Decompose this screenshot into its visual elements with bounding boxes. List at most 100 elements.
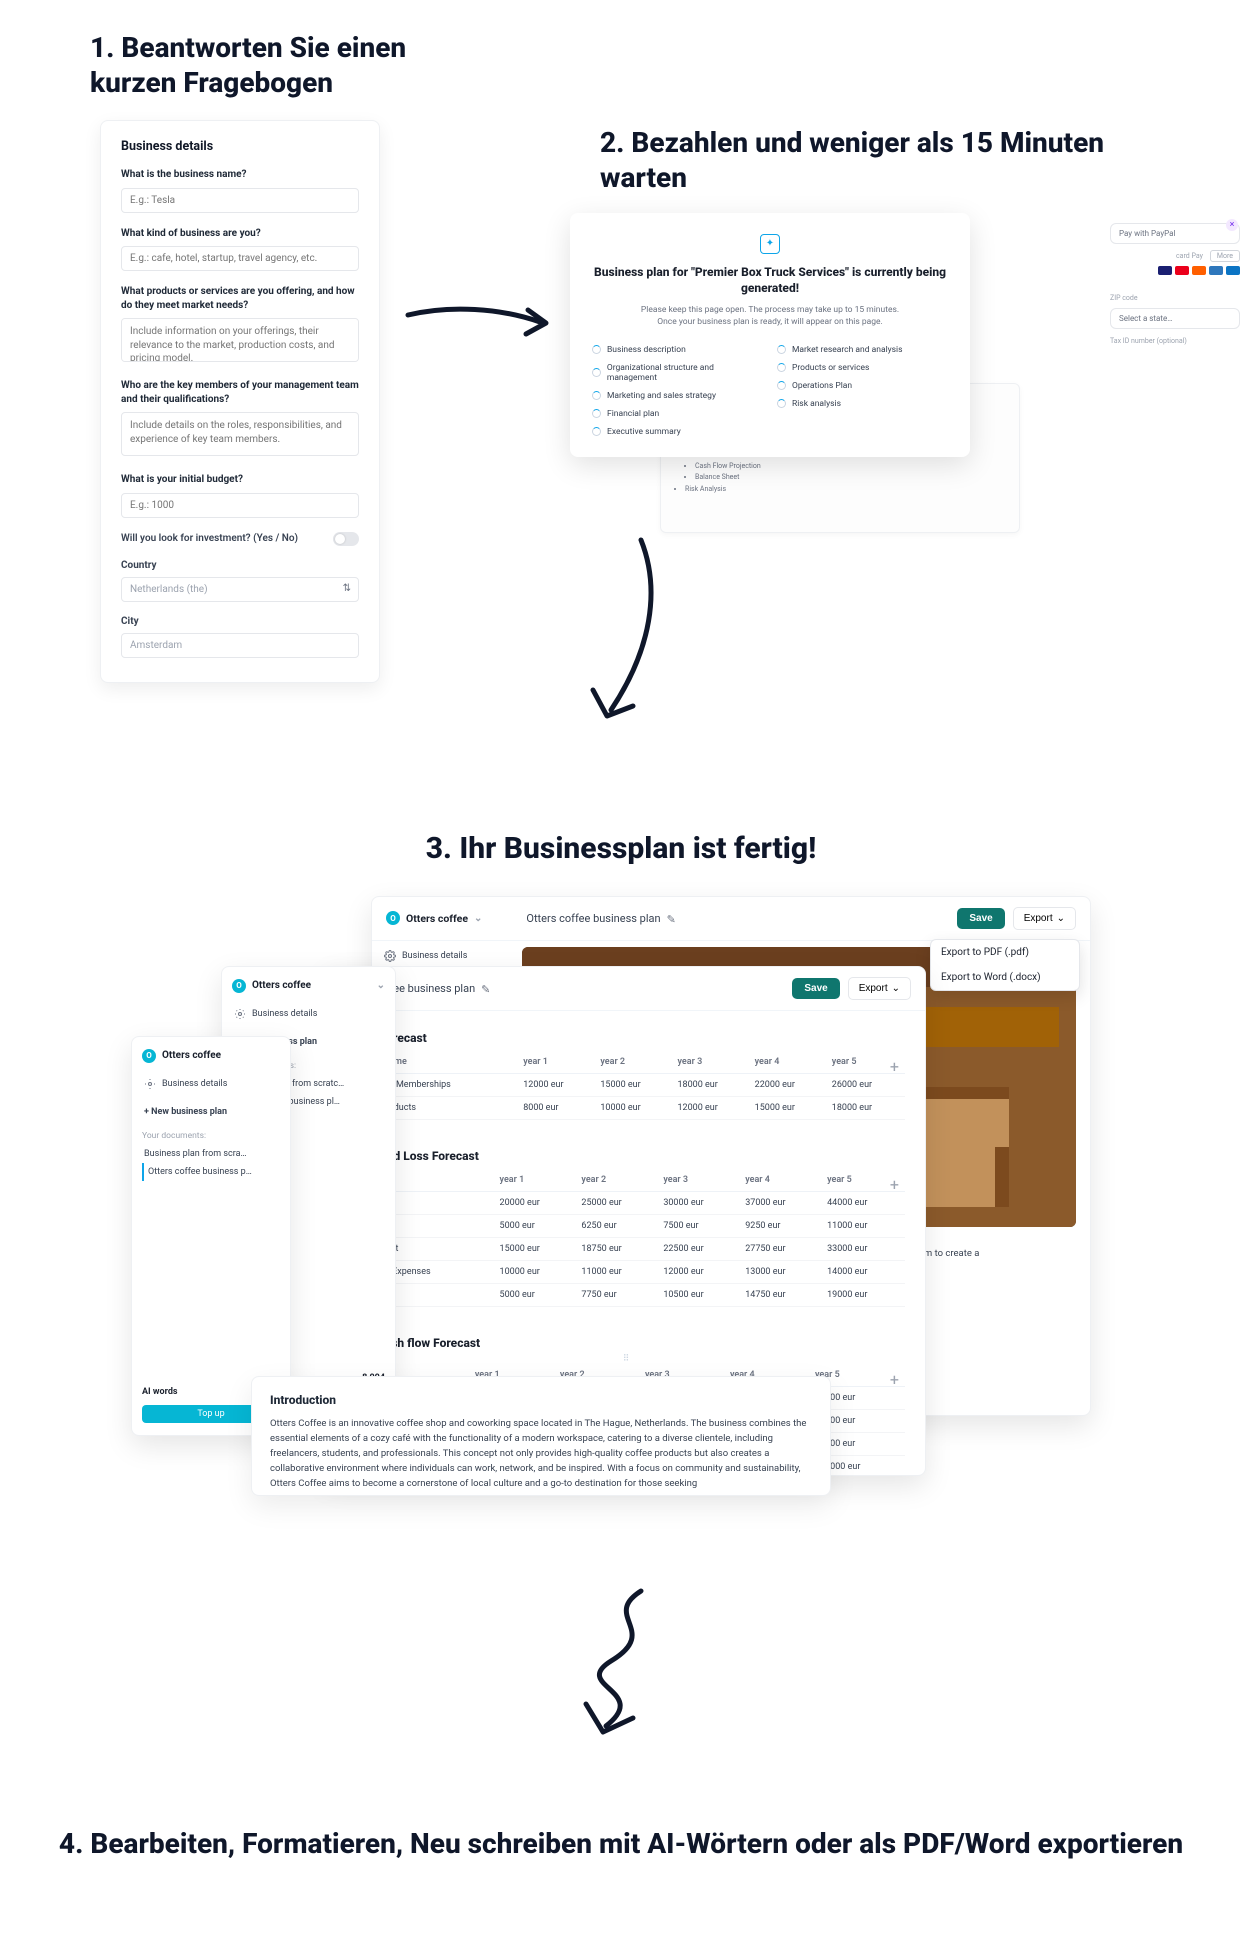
gear-icon [144, 1078, 156, 1090]
spinner-icon [592, 345, 601, 354]
spinner-icon [777, 345, 786, 354]
sidebar-business-details[interactable]: Business details [142, 1073, 280, 1095]
doc-item[interactable]: Otters coffee business p… [142, 1163, 280, 1181]
input-budget[interactable] [121, 493, 359, 518]
questionnaire-form: Business details What is the business na… [100, 120, 380, 683]
arrow-icon [400, 290, 560, 360]
spinner-icon [777, 381, 786, 390]
gen-progress-item: Executive summary [592, 427, 763, 437]
gen-progress-item: Financial plan [592, 409, 763, 419]
pencil-icon[interactable]: ✎ [667, 913, 678, 924]
q-business-kind: What kind of business are you? [121, 227, 359, 241]
payment-panel: × Pay with PayPal card Pay More ZIP code… [1110, 223, 1240, 345]
generating-title: Business plan for "Premier Box Truck Ser… [592, 264, 948, 298]
intro-heading: Introduction [270, 1391, 812, 1410]
ai-words-label: AI words [142, 1387, 178, 1397]
input-business-name[interactable] [121, 188, 359, 213]
table-header: year 1 [519, 1051, 596, 1074]
add-column-icon[interactable]: + [890, 1370, 899, 1389]
pencil-icon[interactable]: ✎ [481, 983, 492, 994]
sparkle-icon: ✦ [760, 234, 780, 254]
spinner-icon [592, 409, 601, 418]
gen-progress-item: Products or services [777, 363, 948, 373]
sidebar-business-details[interactable]: Business details [382, 945, 497, 967]
export-docx[interactable]: Export to Word (.docx) [931, 965, 1079, 990]
card-logos [1110, 264, 1240, 276]
table-header: year 4 [741, 1169, 823, 1192]
table-row[interactable]: COGS5000 eur6250 eur7500 eur9250 eur1100… [347, 1214, 905, 1237]
step1-title: 1. Beantworten Sie einen kurzen Fragebog… [90, 30, 490, 100]
table-title-pl: Profit and Loss Forecast [347, 1149, 905, 1163]
form-heading: Business details [121, 139, 359, 154]
q-products: What products or services are you offeri… [121, 285, 359, 312]
gear-icon [384, 950, 396, 962]
save-button[interactable]: Save [957, 908, 1004, 929]
intro-body: Otters Coffee is an innovative coffee sh… [270, 1416, 812, 1492]
table-row[interactable]: Revenue20000 eur25000 eur30000 eur37000 … [347, 1191, 905, 1214]
intro-panel: Introduction Otters Coffee is an innovat… [251, 1376, 831, 1496]
label-country: Country [121, 560, 359, 571]
chevron-down-icon[interactable]: ⌄ [474, 913, 482, 924]
input-city[interactable] [121, 633, 359, 658]
account-name[interactable]: Otters coffee [252, 980, 311, 991]
add-row-icon[interactable]: + [347, 1307, 905, 1328]
table-row[interactable]: Gross Profit15000 eur18750 eur22500 eur2… [347, 1237, 905, 1260]
toggle-investment[interactable] [333, 532, 359, 546]
your-documents-label: Your documents: [142, 1131, 280, 1141]
step4-title: 4. Bearbeiten, Formatieren, Neu schreibe… [40, 1826, 1202, 1861]
gear-icon [234, 1008, 246, 1020]
chevron-down-icon: ⌄ [1057, 913, 1065, 924]
table-header: year 3 [659, 1169, 741, 1192]
gen-progress-item: Market research and analysis [777, 345, 948, 355]
table-row[interactable]: Coffee Products8000 eur10000 eur12000 eu… [347, 1096, 905, 1119]
label-tax: Tax ID number (optional) [1110, 337, 1240, 345]
chevron-down-icon: ⌄ [892, 983, 900, 994]
save-button[interactable]: Save [792, 978, 839, 999]
doc-item[interactable]: Business plan from scra… [142, 1145, 280, 1163]
spinner-icon [777, 363, 786, 372]
input-products[interactable] [121, 318, 359, 362]
table-profit-loss[interactable]: metricyear 1year 2year 3year 4year 5Reve… [347, 1169, 905, 1307]
export-button[interactable]: Export ⌄ [848, 977, 911, 1000]
input-team[interactable] [121, 412, 359, 456]
gen-progress-item: Marketing and sales strategy [592, 391, 763, 401]
input-business-kind[interactable] [121, 246, 359, 271]
table-row[interactable]: Coworking Memberships12000 eur15000 eur1… [347, 1073, 905, 1096]
table-sales[interactable]: product nameyear 1year 2year 3year 4year… [347, 1051, 905, 1120]
label-tax-row: ZIP code [1110, 294, 1240, 302]
table-row[interactable]: Net Profit5000 eur7750 eur10500 eur14750… [347, 1283, 905, 1306]
new-plan-button[interactable]: + New business plan [142, 1103, 280, 1121]
table-header: year 2 [577, 1169, 659, 1192]
export-pdf[interactable]: Export to PDF (.pdf) [931, 940, 1079, 965]
q-investment: Will you look for investment? (Yes / No) [121, 533, 298, 544]
select-country[interactable] [121, 577, 359, 602]
table-header: year 1 [496, 1169, 578, 1192]
generating-modal: ✦ Business plan for "Premier Box Truck S… [570, 213, 970, 457]
close-icon[interactable]: × [1226, 219, 1238, 231]
chevron-updown-icon: ⇅ [343, 583, 351, 594]
pay-paypal-button[interactable]: Pay with PayPal [1110, 223, 1240, 244]
label-city: City [121, 616, 359, 627]
account-name[interactable]: Otters coffee [406, 912, 468, 925]
step3-title: 3. Ihr Businessplan ist fertig! [40, 830, 1202, 868]
add-row-icon[interactable]: + [347, 1120, 905, 1141]
gen-progress-item: Organizational structure and management [592, 363, 763, 383]
add-column-icon[interactable]: + [890, 1057, 899, 1076]
table-header: year 2 [596, 1051, 673, 1074]
spinner-icon [592, 368, 601, 377]
spinner-icon [592, 391, 601, 400]
doc-title: Otters coffee business plan [526, 912, 660, 925]
export-button[interactable]: Export ⌄ [1013, 907, 1076, 930]
add-column-icon[interactable]: + [890, 1175, 899, 1194]
arrow-icon [551, 1576, 691, 1786]
q-business-name: What is the business name? [121, 168, 359, 182]
q-team: Who are the key members of your manageme… [121, 379, 359, 406]
chevron-down-icon[interactable]: ⌄ [377, 980, 385, 991]
table-row[interactable]: Operating Expenses10000 eur11000 eur1200… [347, 1260, 905, 1283]
spinner-icon [592, 427, 601, 436]
account-name[interactable]: Otters coffee [162, 1050, 221, 1061]
select-state[interactable]: Select a state… [1110, 308, 1240, 329]
gen-progress-item: Risk analysis [777, 399, 948, 409]
q-budget: What is your initial budget? [121, 473, 359, 487]
sidebar-business-details[interactable]: Business details [232, 1003, 385, 1025]
